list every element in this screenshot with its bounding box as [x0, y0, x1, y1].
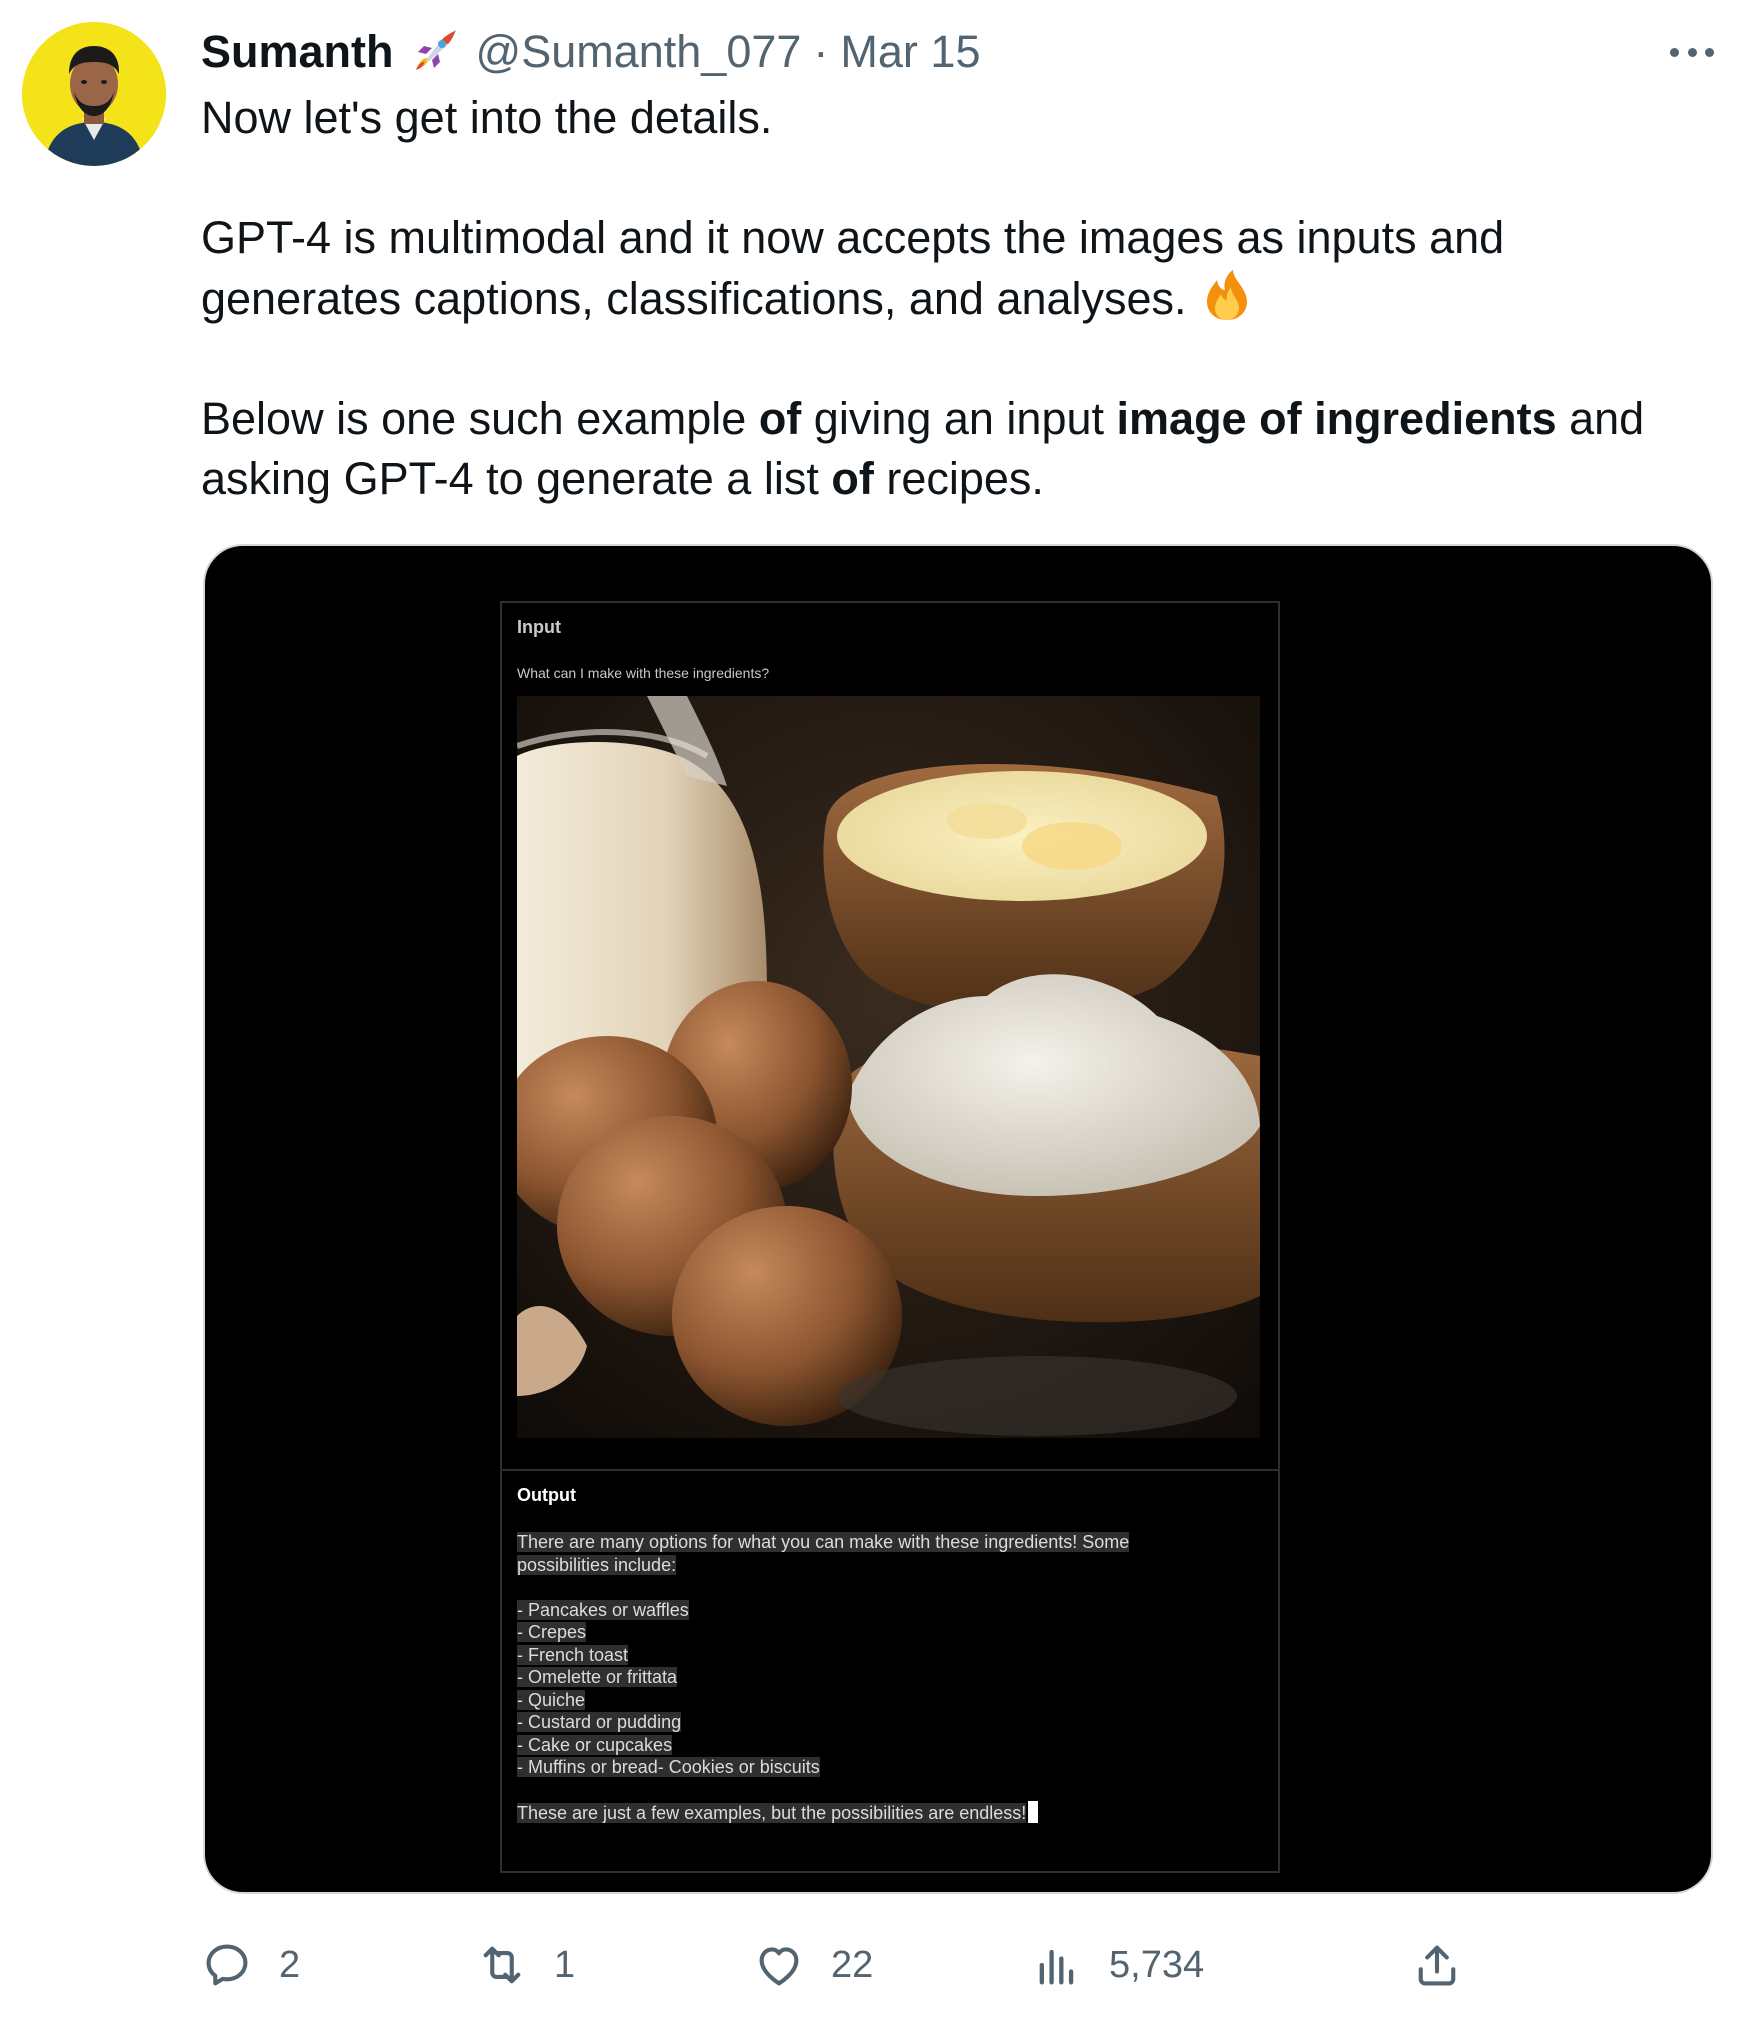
output-item: - French toast — [517, 1644, 629, 1665]
reply-button[interactable]: 2 — [201, 1930, 300, 2000]
tweet-paragraph-1: Now let's get into the details. — [201, 92, 773, 143]
tweet-actions: 2 1 22 5,734 — [201, 1930, 1501, 2000]
like-button[interactable]: 22 — [753, 1930, 873, 2000]
author-handle[interactable]: @Sumanth_077 — [476, 22, 802, 82]
rocket-icon — [406, 24, 462, 80]
output-item: - Muffins or bread- Cookies or biscuits — [517, 1757, 820, 1777]
avatar-photo — [22, 22, 166, 166]
avatar[interactable] — [22, 22, 166, 166]
output-item: - Cake or cupcakes — [517, 1734, 673, 1755]
output-item: - Quiche — [517, 1689, 586, 1710]
tweet-header: Sumanth @Sumanth_077 · Mar 15 — [201, 22, 1720, 82]
like-count: 22 — [831, 1943, 874, 1986]
paragraph-3-bold-3: of — [831, 453, 874, 504]
output-item: - Crepes — [517, 1622, 587, 1642]
retweet-icon — [483, 1946, 521, 1984]
tweet-paragraph-3: Below is one such example of giving an i… — [201, 389, 1701, 509]
retweet-count: 1 — [554, 1943, 576, 1986]
tweet-media[interactable]: Input What can I make with these ingredi… — [203, 544, 1713, 1894]
text-cursor — [1028, 1801, 1039, 1823]
fire-icon — [1199, 268, 1255, 324]
separator-dot: · — [813, 26, 829, 77]
paragraph-3-bold-1: of — [758, 393, 802, 444]
author-name[interactable]: Sumanth — [201, 22, 394, 82]
reply-icon — [206, 1944, 248, 1986]
tweet-date[interactable]: Mar 15 — [840, 22, 980, 82]
tweet-paragraph-2: GPT-4 is multimodal and it now accepts t… — [201, 208, 1701, 329]
retweet-button[interactable]: 1 — [476, 1930, 575, 2000]
tweet-text: Now let's get into the details. GPT-4 is… — [201, 88, 1701, 509]
panel-divider — [502, 1469, 1278, 1471]
gpt4-example-panel: Input What can I make with these ingredi… — [500, 601, 1280, 1873]
ingredients-photo — [517, 696, 1260, 1438]
more-options-icon[interactable] — [1664, 28, 1720, 76]
output-text: There are many options for what you can … — [517, 1531, 1197, 1825]
heart-icon — [759, 1947, 799, 1986]
paragraph-3-bold-2: image of ingredients — [1116, 393, 1557, 444]
output-closing: These are just a few examples, but the p… — [517, 1803, 1027, 1823]
views-chart-icon — [1039, 1949, 1074, 1985]
paragraph-3-text-4: recipes. — [873, 453, 1044, 504]
reply-count: 2 — [279, 1943, 301, 1986]
output-item: - Pancakes or waffles — [517, 1599, 689, 1620]
output-item: - Omelette or frittata — [517, 1667, 678, 1687]
input-question: What can I make with these ingredients? — [517, 665, 770, 681]
output-intro-line-2: possibilities include: — [517, 1554, 677, 1575]
paragraph-3-text-1: Below is one such example — [201, 393, 759, 444]
output-intro-line-1: There are many options for what you can … — [517, 1532, 1130, 1552]
output-item: - Custard or pudding — [517, 1712, 682, 1732]
output-label: Output — [517, 1485, 576, 1505]
share-icon — [1418, 1945, 1456, 1986]
share-button[interactable] — [1411, 1930, 1463, 2000]
paragraph-3-text-2: giving an input — [801, 393, 1117, 444]
views-button[interactable]: 5,734 — [1031, 1930, 1204, 2000]
views-count: 5,734 — [1109, 1943, 1205, 1986]
tweet-paragraph-2-text: GPT-4 is multimodal and it now accepts t… — [201, 212, 1505, 324]
input-label: Input — [517, 617, 561, 637]
